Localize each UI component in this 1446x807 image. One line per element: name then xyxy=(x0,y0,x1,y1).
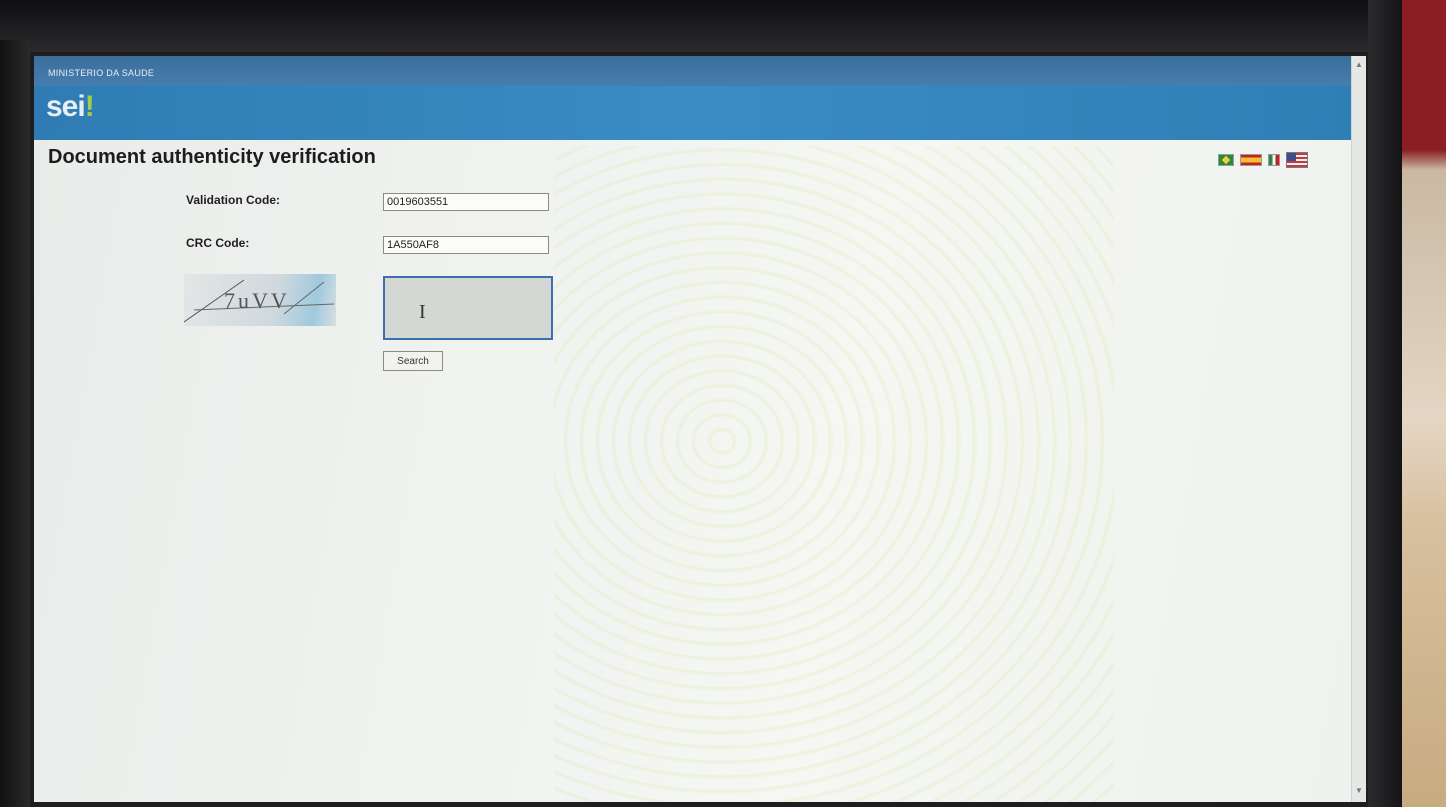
spain-flag-icon[interactable] xyxy=(1240,154,1262,166)
background-room xyxy=(1402,0,1446,807)
browser-viewport: MINISTERIO DA SAUDE sei! Document authen… xyxy=(34,56,1366,802)
scrollbar[interactable]: ▲ ▼ xyxy=(1351,56,1366,802)
monitor-bezel-right xyxy=(1368,0,1402,807)
header-band xyxy=(34,86,1352,140)
captcha-input[interactable] xyxy=(383,276,553,340)
scroll-up-icon[interactable]: ▲ xyxy=(1355,60,1363,69)
text-cursor-icon: I xyxy=(419,301,426,323)
captcha-text: 7uVV xyxy=(224,288,290,313)
search-button[interactable]: Search xyxy=(383,351,443,371)
validation-code-input[interactable] xyxy=(383,193,549,211)
monitor-bezel-left xyxy=(0,40,30,807)
italy-flag-icon[interactable] xyxy=(1268,154,1280,166)
screen-moire-pattern xyxy=(554,146,1114,802)
language-selector xyxy=(1218,152,1308,168)
monitor-bezel-top xyxy=(0,0,1446,52)
validation-code-label: Validation Code: xyxy=(186,193,281,207)
crc-code-input[interactable] xyxy=(383,236,549,254)
logo-text: sei xyxy=(46,90,86,123)
logo-mark: ! xyxy=(84,90,95,123)
sei-logo[interactable]: sei! xyxy=(46,90,95,124)
brazil-flag-icon[interactable] xyxy=(1218,154,1234,166)
captcha-image: 7uVV xyxy=(184,274,336,326)
crc-code-label: CRC Code: xyxy=(186,236,250,250)
ministry-name: MINISTERIO DA SAUDE xyxy=(48,68,155,78)
header-strip: MINISTERIO DA SAUDE xyxy=(34,56,1352,86)
page-title: Document authenticity verification xyxy=(48,146,376,168)
usa-flag-icon[interactable] xyxy=(1286,152,1308,168)
scroll-down-icon[interactable]: ▼ xyxy=(1355,786,1363,795)
